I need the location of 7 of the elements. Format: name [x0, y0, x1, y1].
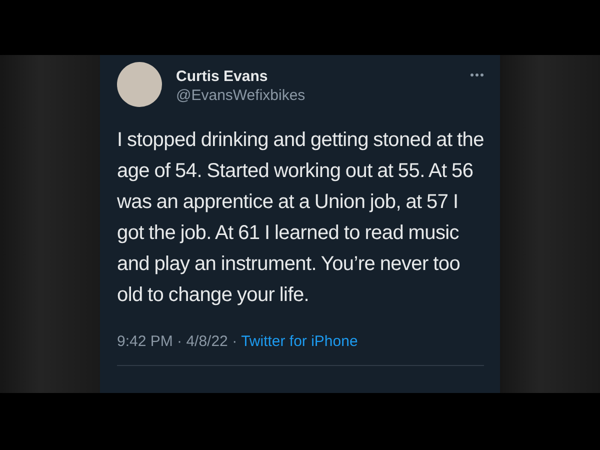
display-name: Curtis Evans [176, 68, 269, 86]
source-link[interactable]: Twitter for iPhone [241, 333, 358, 350]
tweet-text: I stopped drinking and getting stoned at the age of 54. Started working out at 55. At 56 was an apprentice at a Union job, at 57 I got the job. At 61 I learned to read music and play an instrument. You’re never too old to change your life. [117, 128, 484, 308]
avatar [117, 62, 162, 107]
more-icon[interactable] [470, 73, 484, 77]
user-handle: @EvansWefixbikes [176, 86, 306, 106]
tweet-timestamp: 9:42 PM · 4/8/22 · [117, 333, 238, 350]
